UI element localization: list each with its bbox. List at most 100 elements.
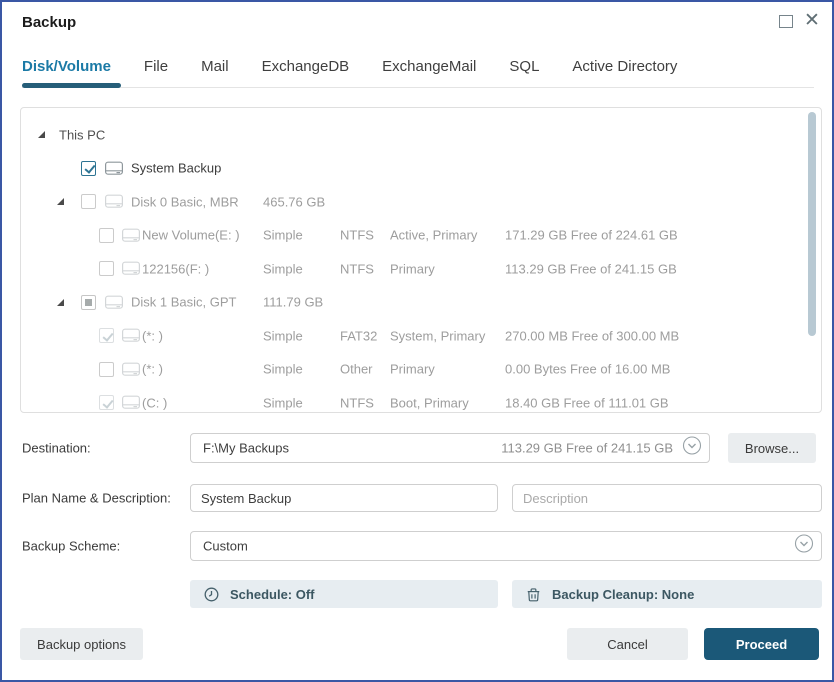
backup-cleanup-button[interactable]: Backup Cleanup: None [512, 580, 822, 608]
trash-icon [526, 587, 541, 602]
col-type: Simple [263, 328, 303, 344]
hard-drive-icon [105, 161, 123, 179]
tab-exchangedb[interactable]: ExchangeDB [262, 58, 350, 75]
backup-scheme-label: Backup Scheme: [22, 538, 121, 554]
item-name: 122156(F: ) [142, 261, 210, 277]
plan-name-input[interactable] [190, 484, 498, 512]
plan-row: Plan Name & Description: [2, 484, 832, 512]
tree-row-8-c[interactable]: (C: ) Simple NTFS Boot, Primary 18.40 GB Fre… [21, 386, 821, 412]
tab-active-directory[interactable]: Active Directory [572, 58, 677, 75]
tab-exchangemail[interactable]: ExchangeMail [382, 58, 476, 75]
description-input[interactable] [512, 484, 822, 512]
col-type: Simple [263, 261, 303, 277]
col-type: Simple [263, 361, 303, 377]
col-filesystem: NTFS [340, 227, 374, 243]
expander-icon[interactable] [57, 298, 64, 306]
col-free-space: 18.40 GB Free of 111.01 GB [505, 395, 669, 411]
col-filesystem: NTFS [340, 395, 374, 411]
tree-row-5-disk-1-basic-gpt[interactable]: Disk 1 Basic, GPT 111.79 GB [21, 286, 821, 320]
col-type: Simple [263, 395, 303, 411]
item-name: New Volume(E: ) [142, 227, 240, 243]
checkbox-unchecked[interactable] [99, 261, 114, 276]
col-filesystem: FAT32 [340, 328, 378, 344]
item-name: Disk 1 Basic, GPT [131, 294, 237, 310]
clock-icon [204, 587, 219, 602]
expander-icon[interactable] [57, 198, 64, 205]
col-attributes: Primary [390, 361, 435, 377]
destination-value: F:\My Backups [203, 440, 289, 456]
tab-sql[interactable]: SQL [509, 58, 539, 75]
destination-free-space: 113.29 GB Free of 241.15 GB [501, 440, 673, 456]
active-tab-underline [22, 83, 121, 88]
tree-row-2-disk-0-basic-mbr[interactable]: Disk 0 Basic, MBR 465.76 GB [21, 185, 821, 219]
checkbox-unchecked[interactable] [99, 227, 114, 243]
tab-file[interactable]: File [144, 58, 168, 75]
tree-row-4-122156-f[interactable]: 122156(F: ) Simple NTFS Primary 113.29 GB Fr… [21, 252, 821, 286]
hard-drive-icon [122, 395, 140, 412]
item-name: System Backup [131, 160, 222, 176]
close-icon[interactable]: ✕ [804, 8, 820, 35]
item-name: (*: ) [142, 361, 163, 377]
tab-disk-volume[interactable]: Disk/Volume [22, 58, 111, 75]
checkbox-unchecked[interactable] [99, 361, 114, 377]
checkbox-checked-disabled[interactable] [99, 395, 114, 410]
browse-button[interactable]: Browse... [728, 433, 816, 463]
item-name: (C: ) [142, 395, 168, 411]
col-type: Simple [263, 227, 303, 243]
destination-row: Destination: F:\My Backups 113.29 GB Fre… [2, 433, 832, 463]
hard-drive-icon [122, 328, 140, 346]
tree-row-0-this-pc[interactable]: This PC [21, 118, 821, 152]
scrollbar-thumb[interactable] [808, 112, 816, 336]
plan-name-label: Plan Name & Description: [22, 490, 171, 506]
col-attributes: System, Primary [390, 328, 486, 344]
window-title: Backup [22, 14, 77, 31]
tree-row-6-[interactable]: (*: ) Simple FAT32 System, Primary 270.00 MB… [21, 319, 821, 353]
col-type: 465.76 GB [263, 194, 326, 210]
hard-drive-icon [122, 362, 140, 380]
col-free-space: 113.29 GB Free of 241.15 GB [505, 261, 677, 277]
backup-scheme-combobox[interactable]: Custom [190, 531, 822, 561]
col-filesystem: Other [340, 361, 373, 377]
destination-combobox[interactable]: F:\My Backups 113.29 GB Free of 241.15 G… [190, 433, 710, 463]
backup-cleanup-button-label: Backup Cleanup: None [552, 586, 695, 602]
schedule-button-label: Schedule: Off [230, 586, 315, 602]
disk-tree-panel: This PC System Backup Disk 0 Basic, MBR 465… [20, 107, 822, 413]
schedule-row: Schedule: Off Backup Cleanup: None [2, 580, 832, 608]
item-name: (*: ) [142, 328, 163, 344]
cancel-button[interactable]: Cancel [567, 628, 688, 660]
col-type: 111.79 GB [263, 294, 324, 310]
chevron-down-icon[interactable] [682, 436, 702, 461]
col-attributes: Active, Primary [390, 227, 478, 243]
tab-mail[interactable]: Mail [201, 58, 229, 75]
chevron-down-icon[interactable] [794, 534, 814, 559]
hard-drive-icon [122, 261, 140, 279]
tree-row-3-new-volume-e[interactable]: New Volume(E: ) Simple NTFS Active, Primary… [21, 219, 821, 253]
scheme-row: Backup Scheme: Custom [2, 531, 832, 561]
col-filesystem: NTFS [340, 261, 374, 277]
destination-label: Destination: [22, 440, 91, 456]
proceed-button[interactable]: Proceed [704, 628, 819, 660]
col-free-space: 0.00 Bytes Free of 16.00 MB [505, 361, 671, 377]
checkbox-checked-disabled[interactable] [99, 328, 114, 343]
tree-row-1-system-backup[interactable]: System Backup [21, 152, 821, 186]
checkbox-unchecked[interactable] [81, 194, 96, 209]
col-free-space: 270.00 MB Free of 300.00 MB [505, 328, 680, 344]
checkbox-partial[interactable] [81, 294, 96, 310]
item-name: This PC [59, 127, 106, 143]
tab-bar: Disk/Volume File Mail ExchangeDB ExchangeMai… [22, 58, 677, 75]
hard-drive-icon [105, 194, 123, 212]
col-attributes: Boot, Primary [390, 395, 469, 411]
item-name: Disk 0 Basic, MBR [131, 194, 239, 210]
checkbox-checked[interactable] [81, 160, 96, 176]
schedule-button[interactable]: Schedule: Off [190, 580, 498, 608]
hard-drive-icon [122, 228, 140, 246]
backup-scheme-value: Custom [203, 538, 248, 554]
tab-divider [22, 87, 814, 88]
backup-options-button[interactable]: Backup options [20, 628, 143, 660]
col-attributes: Primary [390, 261, 435, 277]
expander-icon[interactable] [38, 131, 45, 138]
tree-row-7-[interactable]: (*: ) Simple Other Primary 0.00 Bytes Free o… [21, 353, 821, 387]
maximize-icon[interactable] [779, 15, 793, 28]
hard-drive-icon [105, 295, 123, 313]
backup-window: Backup ✕ Disk/Volume File Mail ExchangeDB Ex… [0, 0, 834, 682]
